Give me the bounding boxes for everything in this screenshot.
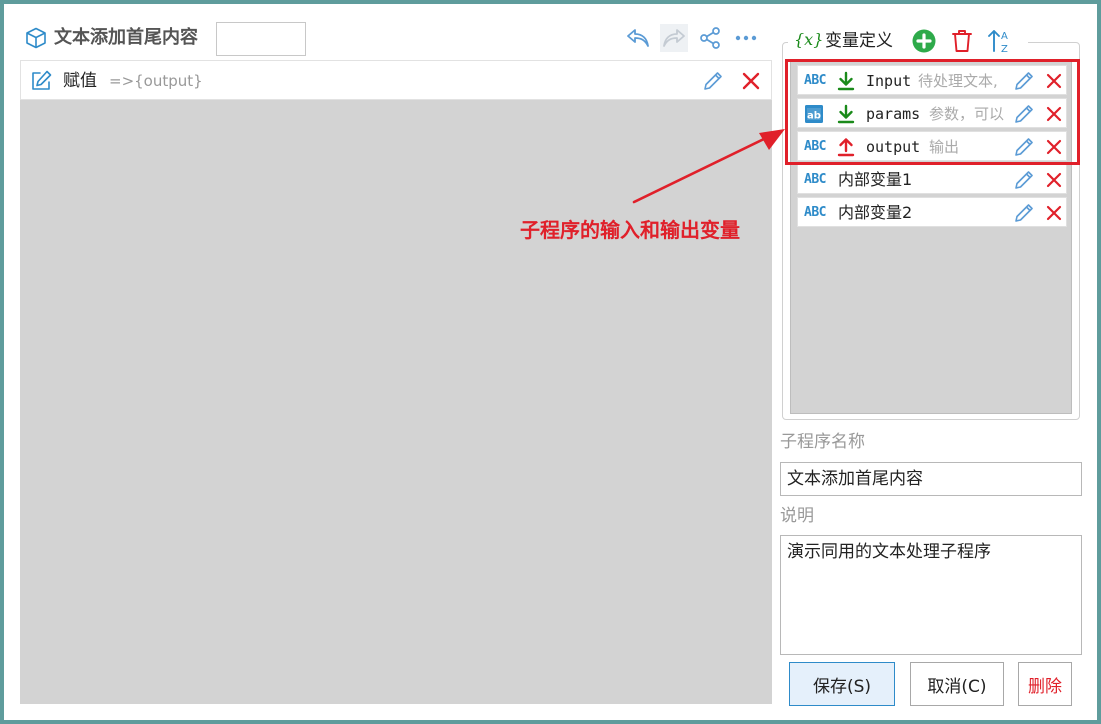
svg-text:Z: Z [1001,44,1008,55]
delete-button[interactable]: 删除 [1018,662,1072,706]
variable-header: {x} 变量定义 A Z [788,24,1028,58]
pencil-icon [704,72,722,90]
abc-type-icon: ABC [804,205,826,220]
more-icon [735,35,757,41]
plus-circle-icon [912,29,936,53]
close-icon [742,72,760,90]
subprogram-title: 文本添加首尾内容 [54,27,198,48]
description-label: 说明 [780,506,814,526]
share-button[interactable] [696,24,724,52]
variable-name: 内部变量2 [838,203,913,222]
variable-name: 内部变量1 [838,170,913,189]
description-textarea[interactable]: 演示同用的文本处理子程序 [780,535,1082,655]
delete-variable-button[interactable] [948,27,976,55]
annotation-text: 子程序的输入和输出变量 [520,218,740,242]
annotation-arrow [632,129,785,204]
subprogram-name-input[interactable]: 文本添加首尾内容 [780,462,1082,496]
io-variables-highlight [785,59,1080,165]
delete-statement-button[interactable] [739,69,763,93]
edit-variable-button[interactable] [1012,201,1036,225]
undo-button[interactable] [624,24,652,52]
variable-item-internal-1[interactable]: ABC 内部变量1 [797,164,1067,194]
close-icon [1046,205,1062,221]
undo-icon [627,29,649,47]
variable-panel-title: 变量定义 [825,31,893,51]
subprogram-name-label: 子程序名称 [780,432,865,452]
sort-variable-button[interactable]: A Z [986,27,1014,55]
app-frame: 文本添加首尾内容 赋值 =>{output} {x} 变量定义 A Z ABC … [0,0,1101,724]
edit-note-icon [29,69,53,93]
redo-icon [663,29,685,47]
editor-title-bar: 文本添加首尾内容 [20,18,772,58]
share-icon [700,27,720,49]
statement-row-assign[interactable]: 赋值 =>{output} [20,60,772,100]
more-button[interactable] [732,24,760,52]
edit-variable-button[interactable] [1012,168,1036,192]
delete-variable-item-button[interactable] [1044,170,1064,190]
redo-button[interactable] [660,24,688,52]
sort-az-icon: A Z [988,30,1008,55]
svg-text:A: A [1001,31,1008,42]
trash-icon [952,30,972,52]
save-button[interactable]: 保存(S) [789,662,895,706]
close-icon [1046,172,1062,188]
abc-type-icon: ABC [804,172,826,187]
pencil-icon [1015,204,1033,222]
statement-argument: =>{output} [109,72,203,90]
variable-fx-icon: {x} [794,30,824,49]
edit-statement-button[interactable] [701,69,725,93]
title-input[interactable] [216,22,306,56]
cube-icon [24,26,48,50]
pencil-icon [1015,171,1033,189]
cancel-button[interactable]: 取消(C) [910,662,1004,706]
statement-label: 赋值 [63,71,97,91]
add-variable-button[interactable] [910,27,938,55]
delete-variable-item-button[interactable] [1044,203,1064,223]
variable-item-internal-2[interactable]: ABC 内部变量2 [797,197,1067,227]
